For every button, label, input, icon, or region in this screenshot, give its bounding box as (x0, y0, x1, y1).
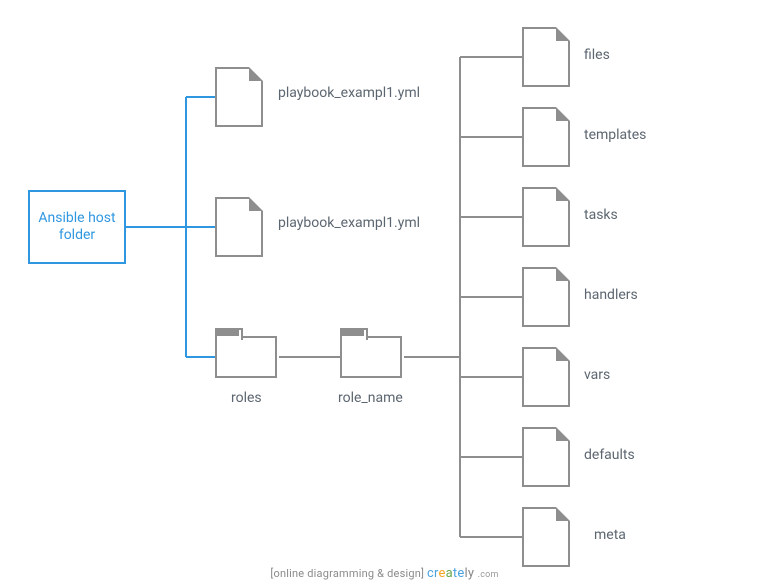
role-child-defaults-label: defaults (584, 447, 635, 463)
role-child-meta-label: meta (594, 527, 626, 543)
playbook2-label: playbook_exampl1.yml (278, 215, 420, 231)
watermark: [online diagramming & design] creately .… (0, 566, 769, 581)
diagram-canvas: Ansible host folder playbook_exampl1.yml… (0, 0, 769, 587)
role-child-tasks-label: tasks (584, 207, 618, 223)
roles-label: roles (231, 390, 262, 406)
role-child-handlers-label: handlers (584, 287, 638, 303)
role-name-label: role_name (338, 390, 403, 406)
file-icon (215, 67, 263, 127)
role-child-templates-label: templates (584, 127, 646, 143)
folder-icon (340, 336, 402, 378)
watermark-brand: creately (427, 566, 478, 581)
root-node: Ansible host folder (28, 190, 126, 264)
playbook1-label: playbook_exampl1.yml (278, 85, 420, 101)
folder-icon (215, 336, 277, 378)
file-icon (522, 507, 570, 567)
root-label: Ansible host folder (38, 210, 115, 245)
file-icon (215, 197, 263, 257)
file-icon (522, 427, 570, 487)
watermark-suffix: .com (478, 570, 499, 580)
file-icon (522, 347, 570, 407)
role-child-files-label: files (584, 47, 610, 63)
role-child-vars-label: vars (584, 367, 610, 383)
file-icon (522, 187, 570, 247)
file-icon (522, 107, 570, 167)
watermark-tagline: [online diagramming & design] (270, 567, 424, 580)
file-icon (522, 267, 570, 327)
file-icon (522, 27, 570, 87)
